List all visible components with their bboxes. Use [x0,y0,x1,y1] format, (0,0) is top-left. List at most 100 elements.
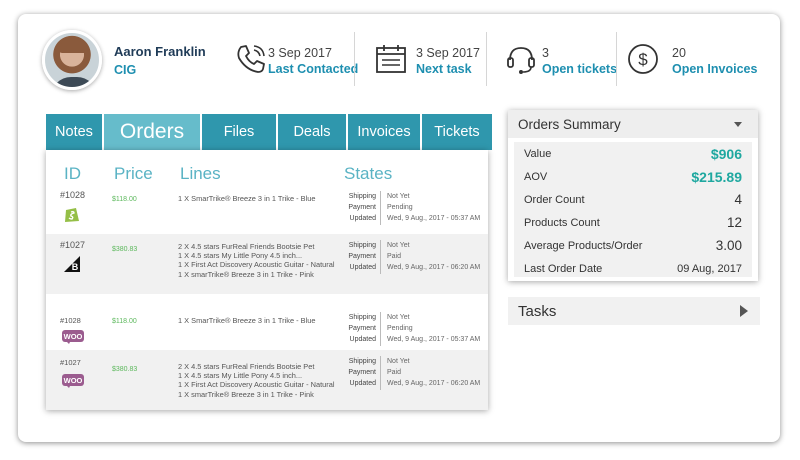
tab-orders[interactable]: Orders [104,114,200,150]
tasks-panel-header[interactable]: Tasks [508,297,760,325]
divider [354,32,355,86]
summary-label: Average Products/Order [524,239,643,252]
dollar-icon: $ [628,44,658,74]
order-lines: 1 X SmarTrike® Breeze 3 in 1 Trike - Blu… [178,194,315,203]
woo-logo: WOO [62,374,84,388]
summary-value: 3.00 [715,238,742,253]
summary-label: Products Count [524,216,600,229]
order-lines: 2 X 4.5 stars FurReal Friends Bootsie Pe… [178,362,334,399]
stat-value: 3 Sep 2017 [416,46,480,60]
tab-invoices[interactable]: Invoices [348,114,420,150]
chevron-down-icon[interactable] [734,122,742,127]
order-line: 1 X smarTrike® Breeze 3 in 1 Trike - Pin… [178,389,314,399]
crm-panel: Aaron Franklin CIG 3 Sep 2017 Last Conta… [18,14,780,442]
order-id: #1028 [60,190,86,200]
table-row[interactable]: #1028 $118.00 1 X SmarTrike® Breeze 3 in… [46,186,488,234]
order-id: #1028 [60,316,81,325]
state-label: Shipping [348,358,376,365]
order-lines: 2 X 4.5 stars FurReal Friends Bootsie Pe… [178,242,334,279]
woo-logo: WOO [62,330,84,344]
orders-summary-header[interactable]: Orders Summary [508,110,758,138]
tab-files[interactable]: Files [202,114,276,150]
orders-table: ID Price Lines States #1028 $118.00 1 X … [46,150,488,410]
woo-logo-text: WOO [64,332,83,341]
svg-text:B: B [72,262,79,272]
state-label: Shipping [348,242,376,249]
order-line: 1 X 4.5 stars My Little Pony 4.5 inch... [178,251,303,261]
state-label: Updated [349,336,376,344]
summary-value: $215.89 [691,168,742,185]
order-line: 1 X SmarTrike® Breeze 3 in 1 Trike - Blu… [178,194,316,203]
summary-label: Value [524,147,552,160]
state-values: Not Yet Paid Wed, 9 Aug., 2017 - 06:20 A… [380,356,480,390]
contact-name: Aaron Franklin [114,44,206,59]
order-line: 1 X 4.5 stars My Little Pony 4.5 inch... [178,371,303,381]
tab-tickets[interactable]: Tickets [422,114,492,150]
summary-label: Last Order Date [524,262,603,275]
column-header-lines: Lines [180,164,221,183]
stat-label[interactable]: Open tickets [542,62,617,76]
order-price: $380.83 [112,246,138,253]
state-label: Updated [349,380,376,388]
order-line: 2 X 4.5 stars FurReal Friends Bootsie Pe… [178,362,315,371]
state-values: Not Yet Paid Wed, 9 Aug., 2017 - 06:20 A… [380,240,480,274]
table-row[interactable]: #1027 WOO $380.83 2 X 4.5 stars FurReal … [46,350,488,410]
payment-status: Pending [387,204,413,212]
divider [616,32,617,86]
order-price: $118.00 [112,196,137,203]
orders-summary-panel: Orders Summary Value $906 AOV $215.89 Or… [508,110,758,281]
stat-value: 3 Sep 2017 [268,46,332,60]
summary-value: $906 [710,145,742,162]
order-lines: 1 X SmarTrike® Breeze 3 in 1 Trike - Blu… [178,316,315,325]
orders-summary-title: Orders Summary [518,116,621,132]
table-row[interactable]: #1027 B $380.83 2 X 4.5 stars FurReal Fr… [46,234,488,294]
summary-value: 09 Aug, 2017 [677,262,742,275]
stat-label[interactable]: Next task [416,62,472,76]
caret-right-icon[interactable] [740,305,748,317]
avatar[interactable] [42,30,102,90]
order-price: $380.83 [112,366,138,373]
order-id: #1027 [60,358,81,367]
divider [486,32,487,86]
state-label: Payment [348,204,376,212]
column-header-price: Price [114,164,153,183]
order-line: 1 X First Act Discovery Acoustic Guitar … [178,380,335,390]
state-labels: Shipping Payment Updated [346,356,376,390]
headset-icon [507,47,535,74]
order-id: #1027 [60,240,86,250]
tab-notes[interactable]: Notes [46,114,102,150]
order-line: 1 X SmarTrike® Breeze 3 in 1 Trike - Blu… [178,316,316,325]
shipping-status: Not Yet [387,314,410,321]
state-values: Not Yet Pending Wed, 9 Aug., 2017 - 05:3… [380,312,480,346]
payment-status: Pending [387,325,413,333]
summary-value: 4 [734,192,742,207]
stat-label[interactable]: Open Invoices [672,62,757,76]
summary-label: AOV [524,170,548,183]
state-label: Shipping [348,314,376,321]
state-labels: Shipping Payment Updated [346,191,376,225]
stat-label[interactable]: Last Contacted [268,62,358,76]
state-label: Payment [348,325,376,333]
order-price: $118.00 [112,318,137,325]
summary-row-products-count: Products Count 12 [514,211,752,234]
summary-row-last-order-date: Last Order Date 09 Aug, 2017 [514,257,752,280]
state-values: Not Yet Pending Wed, 9 Aug., 2017 - 05:3… [380,191,480,225]
contact-company[interactable]: CIG [114,63,136,77]
state-label: Payment [348,253,376,261]
summary-row-avg-products: Average Products/Order 3.00 [514,234,752,257]
table-row[interactable]: #1028 WOO $118.00 1 X SmarTrike® Breeze … [46,300,488,350]
shipping-status: Not Yet [387,193,410,200]
order-line: 1 X First Act Discovery Acoustic Guitar … [178,260,335,270]
shopify-logo [65,208,79,222]
updated-date: Wed, 9 Aug., 2017 - 05:37 AM [387,215,481,223]
summary-row-order-count: Order Count 4 [514,188,752,211]
tab-deals[interactable]: Deals [278,114,346,150]
shipping-status: Not Yet [387,242,410,249]
updated-date: Wed, 9 Aug., 2017 - 05:37 AM [387,336,481,344]
calendar-icon [376,45,406,73]
column-header-states: States [344,164,393,183]
updated-date: Wed, 9 Aug., 2017 - 06:20 AM [387,380,481,388]
summary-row-aov: AOV $215.89 [514,165,752,188]
state-labels: Shipping Payment Updated [346,240,376,274]
payment-status: Paid [387,253,402,261]
